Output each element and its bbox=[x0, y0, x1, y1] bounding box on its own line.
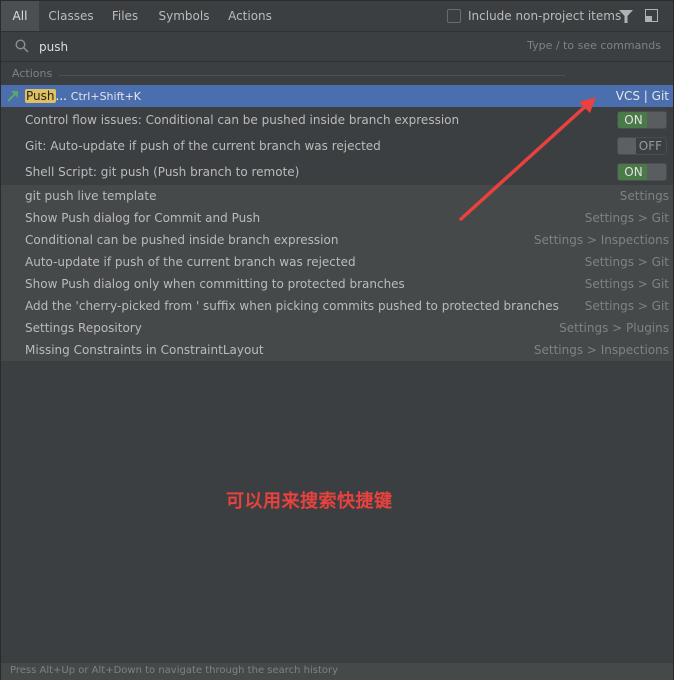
result-label: Show Push dialog only when committing to… bbox=[25, 277, 405, 291]
toggle-switch[interactable]: ON bbox=[617, 111, 667, 129]
toggle-knob bbox=[618, 138, 636, 154]
result-ellipsis: ... bbox=[55, 89, 67, 103]
toggle-state: ON bbox=[618, 112, 649, 128]
result-label: Show Push dialog for Commit and Push bbox=[25, 211, 261, 225]
section-divider bbox=[59, 75, 565, 76]
status-footer: Press Alt+Up or Alt+Down to navigate thr… bbox=[1, 662, 673, 680]
result-label: Settings Repository bbox=[25, 321, 142, 335]
result-label: Push... Ctrl+Shift+K bbox=[25, 85, 141, 108]
result-location: VCS | Git bbox=[615, 89, 669, 103]
toggle-switch[interactable]: OFF bbox=[617, 137, 667, 155]
tab-bar: All Classes Files Symbols Actions Includ… bbox=[1, 1, 673, 32]
tab-classes[interactable]: Classes bbox=[43, 1, 99, 31]
result-item-option[interactable]: Shell Script: git push (Push branch to r… bbox=[1, 159, 673, 185]
search-hint: Type / to see commands bbox=[527, 39, 661, 52]
filter-icon[interactable] bbox=[619, 10, 633, 23]
result-location: Settings > Git bbox=[584, 255, 669, 269]
result-label: Missing Constraints in ConstraintLayout bbox=[25, 343, 264, 357]
include-non-project-label: Include non-project items bbox=[468, 9, 622, 23]
result-item-setting[interactable]: Missing Constraints in ConstraintLayout … bbox=[1, 339, 673, 361]
result-label: Conditional can be pushed inside branch … bbox=[25, 233, 339, 247]
result-item-option[interactable]: Control flow issues: Conditional can be … bbox=[1, 107, 673, 133]
toggle-knob bbox=[647, 112, 666, 128]
toggle-knob bbox=[647, 164, 666, 180]
result-label: Auto-update if push of the current branc… bbox=[25, 255, 356, 269]
tab-all[interactable]: All bbox=[1, 1, 39, 31]
checkbox[interactable] bbox=[447, 9, 461, 23]
result-item-option[interactable]: Git: Auto-update if push of the current … bbox=[1, 133, 673, 159]
shortcut: Ctrl+Shift+K bbox=[70, 90, 142, 103]
result-label: Git: Auto-update if push of the current … bbox=[25, 139, 381, 153]
tab-files[interactable]: Files bbox=[105, 1, 145, 31]
search-input[interactable] bbox=[39, 37, 439, 57]
toggle-switch[interactable]: ON bbox=[617, 163, 667, 181]
section-header-actions: Actions bbox=[1, 64, 673, 84]
annotation-text: 可以用来搜索快捷键 bbox=[226, 491, 393, 512]
result-label: Add the 'cherry-picked from ' suffix whe… bbox=[25, 299, 559, 313]
footer-hint: Press Alt+Up or Alt+Down to navigate thr… bbox=[10, 665, 339, 676]
result-location: Settings > Inspections bbox=[533, 233, 669, 247]
results-list: Push... Ctrl+Shift+K VCS | Git Control f… bbox=[1, 85, 673, 361]
toggle-state: OFF bbox=[638, 139, 662, 153]
search-everywhere-popup: All Classes Files Symbols Actions Includ… bbox=[0, 0, 674, 680]
include-non-project-checkbox[interactable]: Include non-project items bbox=[447, 9, 621, 23]
result-location: Settings > Git bbox=[584, 299, 669, 313]
result-location: Settings bbox=[619, 189, 669, 203]
result-item-setting[interactable]: Show Push dialog only when committing to… bbox=[1, 273, 673, 295]
tab-actions[interactable]: Actions bbox=[223, 1, 277, 31]
result-item-setting[interactable]: Add the 'cherry-picked from ' suffix whe… bbox=[1, 295, 673, 317]
result-location: Settings > Inspections bbox=[533, 343, 669, 357]
toggle-state: ON bbox=[618, 164, 649, 180]
search-bar: Type / to see commands bbox=[1, 32, 673, 62]
match-highlight: Push bbox=[25, 89, 56, 103]
result-item-setting[interactable]: Show Push dialog for Commit and Push Set… bbox=[1, 207, 673, 229]
result-label: git push live template bbox=[25, 189, 157, 203]
result-location: Settings > Git bbox=[584, 211, 669, 225]
result-location: Settings > Plugins bbox=[559, 321, 669, 335]
result-item-setting[interactable]: Auto-update if push of the current branc… bbox=[1, 251, 673, 273]
result-item-push[interactable]: Push... Ctrl+Shift+K VCS | Git bbox=[1, 85, 673, 107]
result-location: Settings > Git bbox=[584, 277, 669, 291]
search-icon bbox=[15, 39, 29, 53]
result-item-setting[interactable]: git push live template Settings bbox=[1, 185, 673, 207]
preview-icon[interactable] bbox=[645, 9, 658, 22]
result-label: Control flow issues: Conditional can be … bbox=[25, 113, 460, 127]
result-item-setting[interactable]: Settings Repository Settings > Plugins bbox=[1, 317, 673, 339]
tab-symbols[interactable]: Symbols bbox=[153, 1, 215, 31]
section-label: Actions bbox=[12, 67, 53, 80]
push-arrow-icon bbox=[7, 91, 18, 102]
result-item-setting[interactable]: Conditional can be pushed inside branch … bbox=[1, 229, 673, 251]
result-label: Shell Script: git push (Push branch to r… bbox=[25, 165, 300, 179]
